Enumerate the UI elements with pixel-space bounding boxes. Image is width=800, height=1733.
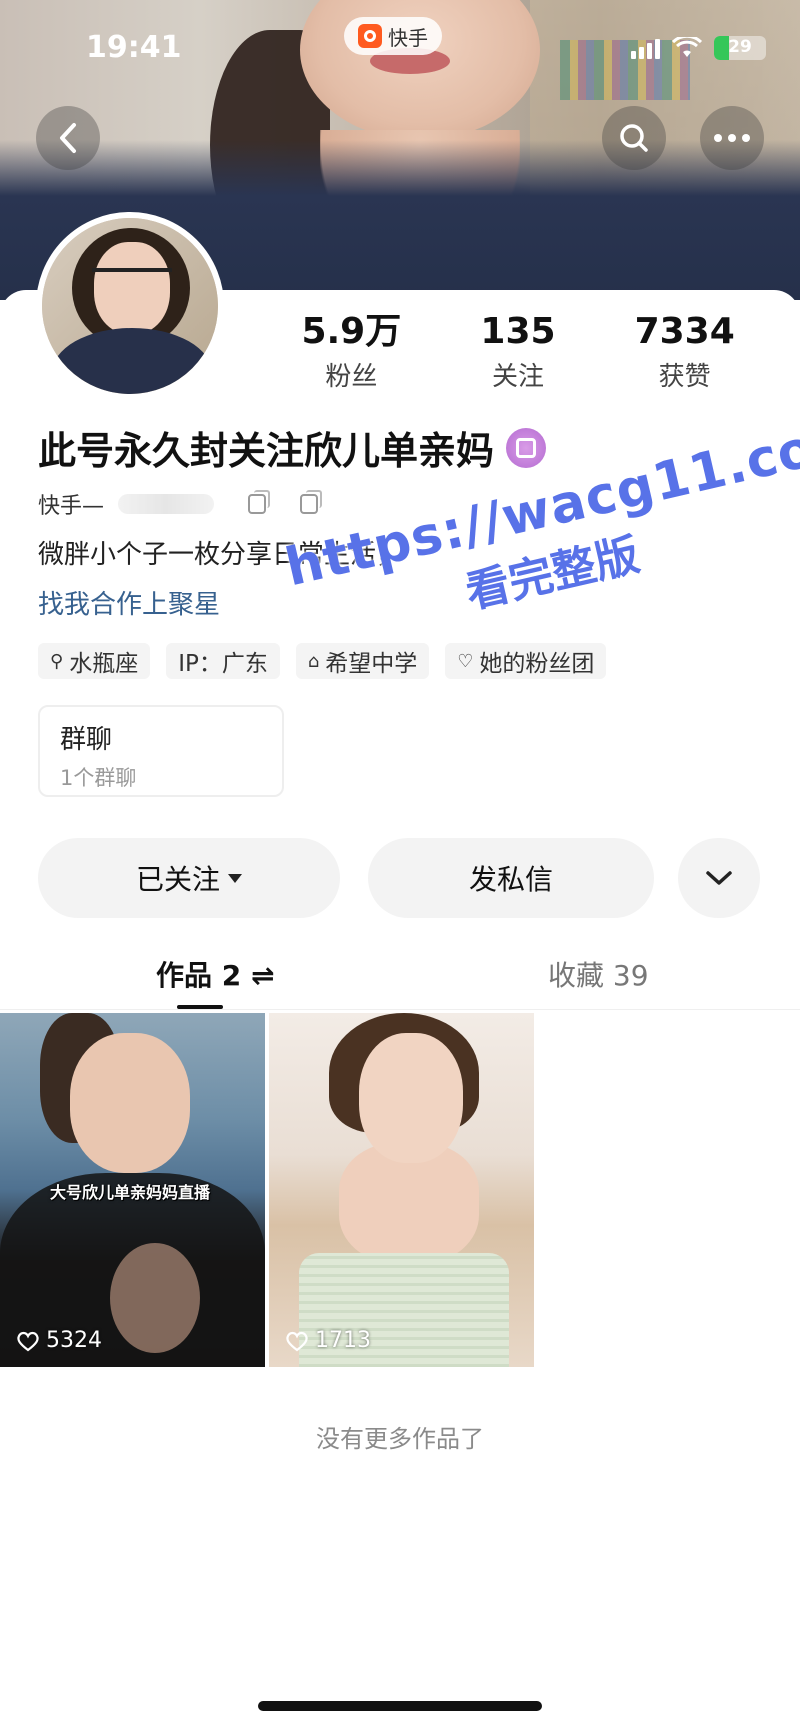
heart-icon (286, 1331, 308, 1351)
user-id-prefix: 快手— (38, 494, 105, 519)
home-indicator[interactable] (258, 1701, 542, 1711)
avatar[interactable] (36, 212, 224, 400)
followed-label: 已关注 (135, 863, 220, 896)
tag-fan-club[interactable]: ♡ 她的粉丝团 (445, 643, 607, 679)
search-icon (620, 124, 648, 152)
tag-label: IP：广东 (178, 651, 268, 677)
followed-button[interactable]: 已关注 (38, 838, 340, 918)
profile-name-row: 此号永久封关注欣儿单亲妈 (38, 420, 547, 475)
battery-icon: 29 (714, 36, 766, 60)
action-buttons: 已关注 发私信 (38, 838, 762, 918)
like-count: 1713 (285, 1328, 371, 1353)
work-thumbnail[interactable]: 1713 (269, 1013, 534, 1367)
expand-more-button[interactable] (678, 838, 760, 918)
stat-label: 关注 (492, 362, 545, 392)
active-tab-indicator (177, 1005, 223, 1009)
copy-icon[interactable] (248, 490, 271, 514)
wifi-icon (671, 34, 703, 59)
work-thumbnail[interactable]: 大号欣儿单亲妈妈直播 5324 (0, 1013, 265, 1367)
like-count: 5324 (16, 1328, 102, 1353)
stat-value: 135 (480, 311, 556, 352)
user-id-row: 快手— (38, 488, 323, 520)
tab-works[interactable]: 作品 2 ⇌ (156, 954, 274, 994)
status-icons: 29 (631, 34, 766, 60)
like-count-value: 1713 (315, 1328, 371, 1353)
no-more-works-text: 没有更多作品了 (316, 1425, 484, 1453)
chevron-down-icon (706, 871, 732, 885)
tab-favorites[interactable]: 收藏 39 (548, 954, 649, 994)
content-tabs: 作品 2 ⇌ 收藏 39 (0, 940, 800, 1010)
tag-zodiac[interactable]: ⚲ 水瓶座 (38, 643, 151, 679)
send-message-label: 发私信 (468, 863, 553, 896)
stat-value: 7334 (634, 311, 735, 352)
heart-icon: ♡ (457, 650, 474, 672)
more-options-button[interactable] (700, 106, 764, 170)
work-caption: 大号欣儿单亲妈妈直播 (50, 1183, 211, 1202)
app-indicator-pill: 快手 (344, 17, 442, 55)
back-button[interactable] (36, 106, 100, 170)
status-time: 19:41 (86, 30, 182, 65)
stat-likes[interactable]: 7334 获赞 (601, 310, 768, 393)
battery-level: 29 (728, 37, 752, 57)
app-name: 快手 (388, 25, 428, 50)
send-message-button[interactable]: 发私信 (368, 838, 654, 918)
more-dots-icon (714, 134, 750, 142)
copy-icon[interactable] (300, 490, 323, 514)
tag-ip-location: IP：广东 (166, 643, 280, 679)
stat-label: 获赞 (658, 362, 711, 392)
verified-badge-icon[interactable] (506, 427, 547, 468)
search-button[interactable] (602, 106, 666, 170)
chevron-left-icon (60, 123, 76, 153)
heart-icon (17, 1331, 39, 1351)
tag-label: 水瓶座 (69, 651, 139, 677)
stat-label: 粉丝 (325, 362, 378, 392)
profile-name: 此号永久封关注欣儿单亲妈 (38, 429, 495, 473)
group-chat-card[interactable]: 群聊 1个群聊 (38, 705, 284, 797)
profile-stats: 5.9万 粉丝 135 关注 7334 获赞 (268, 310, 768, 393)
stat-value: 5.9万 (301, 311, 402, 352)
cooperation-link[interactable]: 找我合作上聚星 (38, 584, 220, 621)
kuaishou-logo-icon (358, 24, 382, 48)
signal-icon (631, 37, 660, 59)
blurred-user-id (118, 494, 215, 514)
stat-following[interactable]: 135 关注 (435, 310, 602, 393)
stat-followers[interactable]: 5.9万 粉丝 (268, 310, 435, 393)
group-chat-title: 群聊 (60, 725, 113, 755)
like-count-value: 5324 (46, 1328, 102, 1353)
tag-label: 她的粉丝团 (479, 651, 595, 677)
group-chat-count: 1个群聊 (60, 766, 137, 790)
caret-down-icon (228, 873, 242, 883)
search-icon: ⚲ (50, 650, 64, 672)
works-grid: 大号欣儿单亲妈妈直播 5324 1713 (0, 1013, 534, 1367)
